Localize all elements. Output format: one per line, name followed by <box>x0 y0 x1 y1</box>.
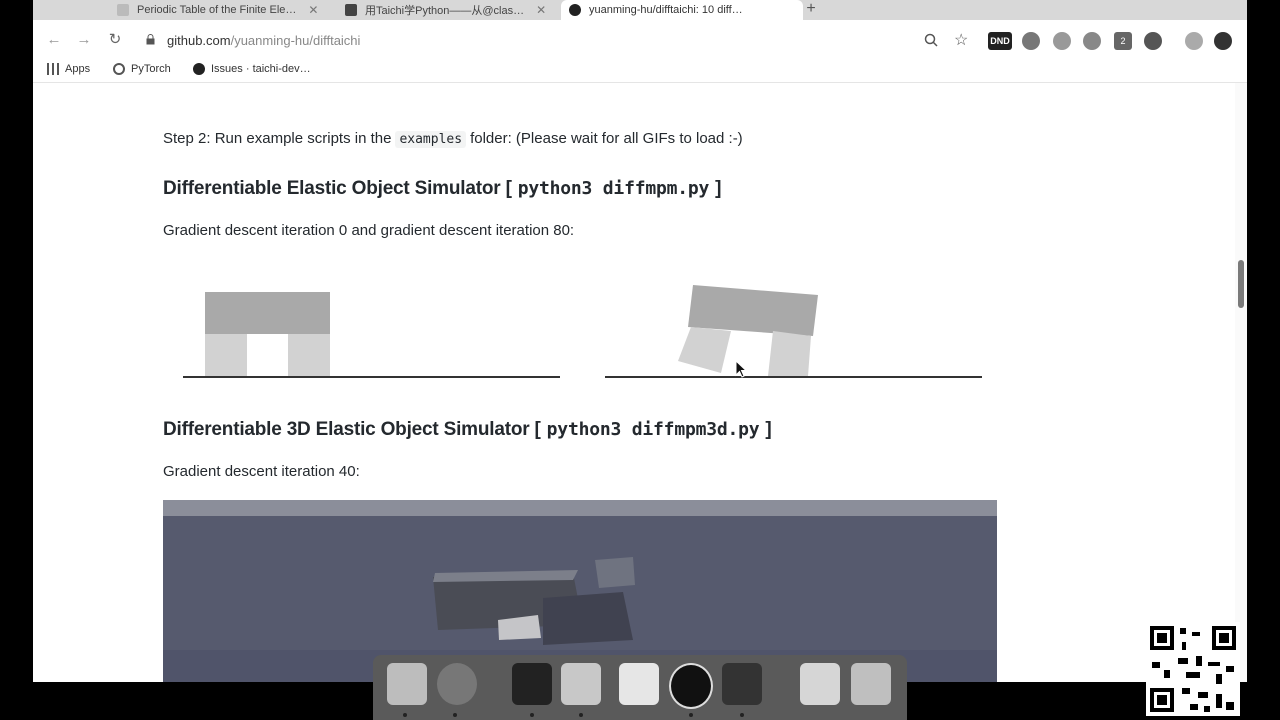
page-scrollbar[interactable] <box>1235 83 1247 682</box>
bookmark-apps[interactable]: Apps <box>47 63 90 75</box>
macos-dock <box>373 655 907 720</box>
scrollbar-thumb[interactable] <box>1238 260 1244 308</box>
extension-icon[interactable] <box>1083 32 1101 50</box>
sim-body <box>688 285 818 336</box>
bookmarks-bar: Apps PyTorch Issues · taichi-dev… <box>33 60 1247 83</box>
extension-icon[interactable]: 2 <box>1114 32 1132 50</box>
caption-diffmpm: Gradient descent iteration 0 and gradien… <box>163 222 575 239</box>
pytorch-icon <box>113 63 125 75</box>
running-indicator <box>579 713 583 717</box>
bracket: ] <box>715 178 722 199</box>
section-heading-diffmpm3d: Differentiable 3D Elastic Object Simulat… <box>163 419 772 441</box>
close-icon[interactable]: ✕ <box>308 3 318 17</box>
tab-strip: Periodic Table of the Finite Ele… ✕ 用Tai… <box>33 0 1247 20</box>
apps-grid-icon <box>47 63 59 75</box>
page-content: Step 2: Run example scripts in the exampl… <box>33 83 1247 682</box>
browser-window: Periodic Table of the Finite Ele… ✕ 用Tai… <box>33 0 1247 682</box>
heading-text: Differentiable 3D Elastic Object Simulat… <box>163 419 530 440</box>
finder-icon[interactable] <box>387 663 427 705</box>
tab-difftaichi[interactable]: yuanming-hu/difftaichi: 10 diff… <box>561 0 803 20</box>
downloads-stack-icon[interactable] <box>800 663 840 705</box>
bookmark-issues[interactable]: Issues · taichi-dev… <box>193 63 311 75</box>
qr-code-pattern <box>1150 626 1236 712</box>
running-indicator <box>403 713 407 717</box>
github-icon <box>569 4 581 16</box>
trash-icon[interactable] <box>851 663 891 705</box>
document-icon <box>117 4 129 16</box>
qr-code <box>1146 622 1240 716</box>
section-heading-diffmpm: Differentiable Elastic Object Simulator … <box>163 178 722 200</box>
tab-label: yuanming-hu/difftaichi: 10 diff… <box>589 4 743 16</box>
sim-left-leg <box>205 334 247 376</box>
profile-avatar[interactable] <box>1185 32 1203 50</box>
step-2-paragraph: Step 2: Run example scripts in the exampl… <box>163 130 743 148</box>
extension-icon[interactable] <box>1144 32 1162 50</box>
zhihu-icon <box>345 4 357 16</box>
heading-text: Differentiable Elastic Object Simulator <box>163 178 501 199</box>
sim-right-leg <box>768 331 811 376</box>
command-code: python3 diffmpm3d.py <box>546 419 760 440</box>
bracket: ] <box>765 419 772 440</box>
browser-toolbar: ← → ↻ github.com/yuanming-hu/difftaichi … <box>33 20 1247 60</box>
chrome-icon[interactable] <box>437 663 477 705</box>
zoom-icon[interactable] <box>924 33 938 47</box>
github-icon <box>193 63 205 75</box>
menu-icon[interactable] <box>1214 32 1232 50</box>
bracket: [ <box>505 178 512 199</box>
running-indicator <box>453 713 457 717</box>
sim-right-leg <box>288 334 330 376</box>
tab-taichi-python[interactable]: 用Taichi学Python——从@clas… ✕ <box>337 0 561 20</box>
bookmark-label: Issues · taichi-dev… <box>211 63 311 75</box>
sim-left-leg <box>678 327 731 373</box>
extension-icon[interactable] <box>1022 32 1040 50</box>
document-app-icon[interactable] <box>619 663 659 705</box>
screen-frame: Periodic Table of the Finite Ele… ✕ 用Tai… <box>0 0 1280 720</box>
terminal-icon[interactable] <box>512 663 552 705</box>
tab-periodic-table[interactable]: Periodic Table of the Finite Ele… ✕ <box>109 0 337 20</box>
simulation-iteration-0 <box>183 292 560 378</box>
simulation-iteration-80 <box>605 285 982 378</box>
tab-label: 用Taichi学Python——从@clas… <box>365 5 525 17</box>
bookmark-label: PyTorch <box>131 63 171 75</box>
new-tab-button[interactable]: + <box>801 0 821 20</box>
url-path: /yuanming-hu/difftaichi <box>230 33 361 48</box>
back-icon[interactable]: ← <box>43 29 65 51</box>
forward-icon[interactable]: → <box>73 29 95 51</box>
obs-icon[interactable] <box>669 663 713 709</box>
acrobat-icon[interactable] <box>722 663 762 705</box>
caption-diffmpm3d: Gradient descent iteration 40: <box>163 463 360 480</box>
bookmark-label: Apps <box>65 63 91 75</box>
tab-label: Periodic Table of the Finite Ele… <box>137 4 297 16</box>
running-indicator <box>530 713 534 717</box>
mouse-cursor-icon <box>735 360 747 378</box>
dnd-extension-icon[interactable]: DND <box>988 32 1012 50</box>
sim-body <box>205 292 330 334</box>
step-text: folder: (Please wait for all GIFs to loa… <box>470 130 743 147</box>
command-code: python3 diffmpm.py <box>517 178 710 199</box>
running-indicator <box>740 713 744 717</box>
extension-icon[interactable] <box>1053 32 1071 50</box>
running-indicator <box>689 713 693 717</box>
examples-code: examples <box>395 131 467 148</box>
bracket: [ <box>534 419 541 440</box>
step-text: Step 2: Run example scripts in the <box>163 130 392 147</box>
address-bar[interactable]: github.com/yuanming-hu/difftaichi <box>167 33 360 48</box>
bookmark-star-icon[interactable]: ☆ <box>954 30 968 50</box>
reload-icon[interactable]: ↻ <box>104 29 126 51</box>
lock-icon <box>146 34 155 45</box>
url-domain: github.com <box>167 33 231 48</box>
keynote-icon[interactable] <box>561 663 601 705</box>
bookmark-pytorch[interactable]: PyTorch <box>113 63 171 75</box>
close-icon[interactable]: ✕ <box>536 3 546 17</box>
